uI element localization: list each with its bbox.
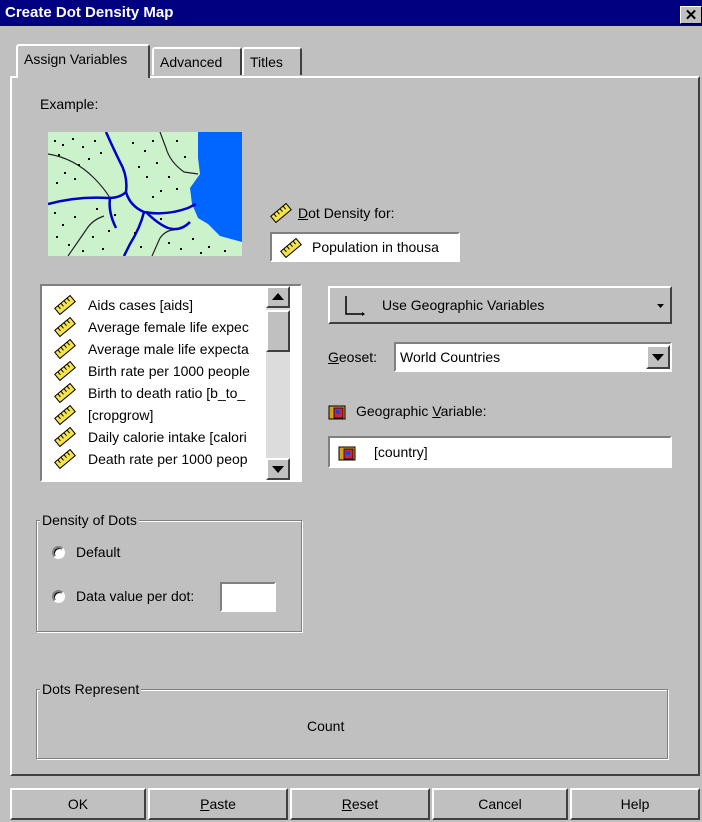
geographic-variable-value: [country] (374, 444, 428, 460)
ok-button[interactable]: OK (10, 788, 146, 820)
list-item-label: Average male life expecta (88, 341, 249, 357)
geoset-value: World Countries (400, 349, 501, 365)
data-value-per-dot-input[interactable] (220, 582, 276, 612)
ruler-icon (54, 361, 76, 381)
geographic-variable-field[interactable]: [country] (328, 436, 672, 468)
variables-scrollbar[interactable] (266, 286, 290, 480)
tab-advanced[interactable]: Advanced (152, 47, 242, 75)
data-value-per-dot-label: Data value per dot: (76, 588, 195, 604)
dots-represent-value: Count (307, 718, 345, 734)
geoset-dropdown-button[interactable] (646, 345, 670, 369)
chevron-down-icon (657, 304, 664, 308)
ruler-icon (54, 449, 76, 469)
map-folder-icon (338, 446, 356, 461)
list-item[interactable]: Aids cases [aids] (52, 294, 292, 316)
tab-label: Assign Variables (24, 51, 128, 67)
tab-label: Advanced (160, 54, 223, 70)
scroll-down-button[interactable] (266, 458, 290, 480)
geoset-label: Geoset: (328, 349, 378, 365)
ruler-icon (280, 238, 302, 258)
tab-label: Titles (250, 54, 283, 70)
geographic-variable-label: Geographic Variable: (356, 403, 487, 419)
list-item-label: Birth to death ratio [b_to_ (88, 385, 246, 401)
scroll-thumb[interactable] (266, 310, 290, 352)
dot-density-for-label: Dot Density for: (298, 205, 395, 221)
geoset-select[interactable]: World Countries (394, 342, 672, 372)
list-item[interactable]: Death rate per 1000 peop (52, 448, 292, 470)
example-label: Example: (40, 96, 99, 112)
arrow-up-icon (272, 293, 284, 300)
arrow-down-icon (272, 466, 284, 473)
list-item-label: Birth rate per 1000 people (88, 363, 250, 379)
ruler-icon (54, 383, 76, 403)
list-item[interactable]: Average female life expec (52, 316, 292, 338)
density-of-dots-title: Density of Dots (40, 512, 139, 528)
data-value-per-dot-radio[interactable] (52, 590, 65, 603)
list-item-label: Daily calorie intake [calori (88, 429, 247, 445)
dot-density-variable-field[interactable]: Population in thousa (270, 232, 460, 262)
ruler-icon (54, 405, 76, 425)
variables-listbox[interactable]: Aids cases [aids] Average female life exp… (40, 284, 302, 482)
geographic-mode-label: Use Geographic Variables (382, 297, 545, 313)
list-item-label: Average female life expec (88, 319, 249, 335)
close-button[interactable]: ✕ (680, 6, 702, 24)
cancel-button[interactable]: Cancel (432, 788, 568, 820)
list-item[interactable]: Daily calorie intake [calori (52, 426, 292, 448)
ruler-icon (54, 339, 76, 359)
map-folder-icon (328, 405, 346, 420)
list-item[interactable]: Average male life expecta (52, 338, 292, 360)
window-title: Create Dot Density Map (5, 4, 174, 21)
list-item[interactable]: Birth to death ratio [b_to_ (52, 382, 292, 404)
dots-represent-group (36, 689, 668, 759)
ruler-icon (54, 427, 76, 447)
title-bar: Create Dot Density Map ✕ (0, 0, 702, 26)
paste-button[interactable]: Paste (148, 788, 288, 820)
example-map-image (48, 132, 242, 256)
list-item-label: Death rate per 1000 peop (88, 451, 248, 467)
default-radio-label: Default (76, 544, 121, 560)
list-item-label: Aids cases [aids] (88, 297, 194, 313)
help-button[interactable]: Help (570, 788, 700, 820)
list-item[interactable]: Birth rate per 1000 people (52, 360, 292, 382)
ruler-icon (54, 317, 76, 337)
ruler-icon (54, 295, 76, 315)
list-item[interactable]: [cropgrow] (52, 404, 292, 426)
geographic-mode-dropdown[interactable]: Use Geographic Variables (328, 286, 672, 324)
default-radio[interactable] (52, 546, 65, 559)
dot-density-variable-value: Population in thousa (312, 239, 439, 255)
axis-icon (345, 296, 365, 316)
ruler-icon (270, 203, 292, 223)
dots-represent-title: Dots Represent (40, 681, 142, 697)
reset-button[interactable]: Reset (290, 788, 430, 820)
scroll-up-button[interactable] (266, 286, 290, 308)
density-of-dots-group (36, 520, 302, 632)
tab-assign-variables[interactable]: Assign Variables (16, 44, 150, 78)
list-item-label: [cropgrow] (88, 407, 154, 423)
arrow-down-icon (652, 354, 664, 361)
tab-titles[interactable]: Titles (242, 47, 302, 75)
